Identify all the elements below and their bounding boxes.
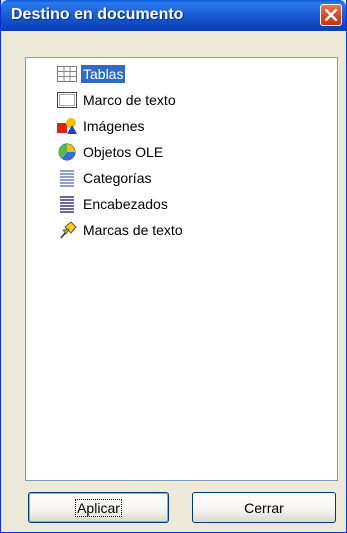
window-title: Destino en documento	[11, 6, 184, 23]
dialog-window: Destino en documento Tablas Marco de tex…	[0, 0, 347, 533]
tree-item-text-frames[interactable]: Marco de texto	[56, 90, 178, 110]
images-icon	[56, 116, 78, 136]
tree-item-label: Encabezados	[83, 196, 168, 212]
apply-button[interactable]: Aplicar	[28, 492, 169, 523]
bookmark-icon	[56, 220, 78, 240]
tree-item-images[interactable]: Imágenes	[56, 116, 146, 136]
tree-item-label: Objetos OLE	[83, 144, 164, 160]
close-window-button[interactable]	[320, 4, 342, 26]
close-icon	[325, 9, 337, 21]
heading-icon	[56, 194, 78, 214]
table-icon	[56, 64, 78, 84]
title-bar[interactable]: Destino en documento	[1, 0, 346, 31]
tree-item-bookmarks[interactable]: Marcas de texto	[56, 220, 185, 240]
ole-object-icon	[56, 142, 78, 162]
close-button[interactable]: Cerrar	[192, 492, 336, 523]
tree-item-label: Imágenes	[83, 118, 145, 134]
tree-item-categories[interactable]: Categorías	[56, 168, 153, 188]
tree-item-headings[interactable]: Encabezados	[56, 194, 170, 214]
tree-item-ole-objects[interactable]: Objetos OLE	[56, 142, 165, 162]
tree-item-label: Categorías	[83, 170, 152, 186]
category-icon	[56, 168, 78, 188]
frame-icon	[56, 90, 78, 110]
tree-item-label: Marcas de texto	[83, 222, 183, 238]
target-tree[interactable]: Tablas Marco de texto Imágenes Objetos O…	[25, 57, 338, 481]
close-button-label: Cerrar	[244, 499, 284, 516]
tree-item-tables[interactable]: Tablas	[56, 64, 126, 84]
apply-button-label: Aplicar	[75, 498, 122, 517]
tree-item-label: Marco de texto	[83, 92, 176, 108]
tree-item-label: Tablas	[81, 65, 126, 83]
